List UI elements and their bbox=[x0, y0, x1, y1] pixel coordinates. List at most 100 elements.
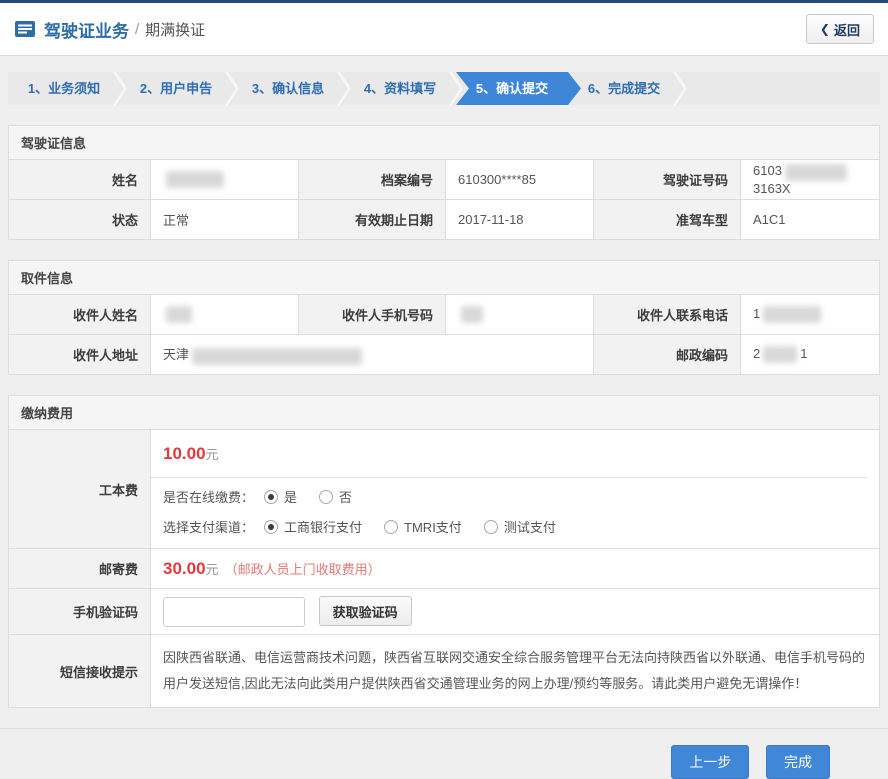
page-title: 驾驶证业务 bbox=[44, 17, 129, 42]
sms-code-cell: 获取验证码 bbox=[151, 589, 880, 635]
table-row: 状态 正常 有效期止日期 2017-11-18 准驾车型 A1C1 bbox=[9, 200, 880, 240]
file-number-value: 610300****85 bbox=[446, 160, 594, 200]
table-row: 收件人地址 天津 邮政编码 21 bbox=[9, 335, 880, 375]
name-label: 姓名 bbox=[9, 160, 151, 200]
step-5-confirm-submit: 5、确认提交 bbox=[456, 72, 581, 105]
step-2-user-declaration: 2、用户申告 bbox=[120, 72, 232, 105]
fee-label: 工本费 bbox=[9, 430, 151, 549]
payment-table: 工本费 10.00元 是否在线缴费： 是 否 选择支付渠道： 工商银行支付 TM… bbox=[8, 429, 880, 708]
radio-yes[interactable] bbox=[264, 490, 278, 504]
license-info-table: 姓名 档案编号 610300****85 驾驶证号码 6103 3163X 状态 … bbox=[8, 159, 880, 240]
step-wizard: 1、业务须知 2、用户申告 3、确认信息 4、资料填写 5、确认提交 6、完成提… bbox=[8, 72, 880, 105]
recipient-address-label: 收件人地址 bbox=[9, 335, 151, 375]
option-label: 工商银行支付 bbox=[284, 517, 362, 536]
online-pay-question: 是否在线缴费： 是 否 bbox=[151, 478, 879, 508]
postcode-suffix: 1 bbox=[800, 346, 807, 361]
license-section-title: 驾驶证信息 bbox=[8, 125, 880, 159]
payment-section-title: 缴纳费用 bbox=[8, 395, 880, 429]
sms-notice-text: 因陕西省联通、电信运营商技术问题，陕西省互联网交通安全综合服务管理平台无法向持陕… bbox=[151, 635, 880, 708]
postcode-value: 21 bbox=[741, 335, 880, 375]
address-prefix: 天津 bbox=[163, 347, 189, 362]
fee-cell: 10.00元 是否在线缴费： 是 否 选择支付渠道： 工商银行支付 TMRI支付… bbox=[151, 430, 880, 549]
license-number-value: 6103 3163X bbox=[741, 160, 880, 200]
recipient-phone-prefix: 1 bbox=[753, 306, 760, 321]
table-row: 邮寄费 30.00元 （邮政人员上门收取费用） bbox=[9, 549, 880, 589]
table-row: 手机验证码 获取验证码 bbox=[9, 589, 880, 635]
option-label: 否 bbox=[339, 487, 352, 506]
radio-tmri[interactable] bbox=[384, 520, 398, 534]
redacted-recipient-mobile bbox=[461, 306, 483, 323]
table-row: 工本费 10.00元 是否在线缴费： 是 否 选择支付渠道： 工商银行支付 TM… bbox=[9, 430, 880, 549]
breadcrumb-separator: / bbox=[135, 21, 139, 38]
table-row: 收件人姓名 收件人手机号码 收件人联系电话 1 bbox=[9, 295, 880, 335]
redacted-postcode bbox=[763, 346, 797, 363]
postage-note: （邮政人员上门收取费用） bbox=[225, 562, 381, 577]
recipient-phone-value: 1 bbox=[741, 295, 880, 335]
online-pay-option-no[interactable]: 否 bbox=[319, 487, 352, 506]
postage-label: 邮寄费 bbox=[9, 549, 151, 589]
pay-channel-question: 选择支付渠道： 工商银行支付 TMRI支付 测试支付 bbox=[151, 508, 879, 548]
table-row: 姓名 档案编号 610300****85 驾驶证号码 6103 3163X bbox=[9, 160, 880, 200]
pickup-info-table: 收件人姓名 收件人手机号码 收件人联系电话 1 收件人地址 天津 邮政编码 21 bbox=[8, 294, 880, 375]
radio-no[interactable] bbox=[319, 490, 333, 504]
postage-value: 30.00元 （邮政人员上门收取费用） bbox=[151, 549, 880, 589]
valid-until-label: 有效期止日期 bbox=[299, 200, 446, 240]
sms-code-label: 手机验证码 bbox=[9, 589, 151, 635]
channel-option-tmri[interactable]: TMRI支付 bbox=[384, 517, 462, 536]
finish-button[interactable]: 完成 bbox=[766, 745, 830, 779]
fee-amount: 10.00 bbox=[163, 444, 206, 463]
step-3-confirm-info: 3、确认信息 bbox=[232, 72, 344, 105]
radio-icbc[interactable] bbox=[264, 520, 278, 534]
footer-actions: 上一步 完成 bbox=[0, 728, 888, 779]
recipient-mobile-label: 收件人手机号码 bbox=[299, 295, 446, 335]
option-label: 测试支付 bbox=[504, 517, 556, 536]
license-number-suffix: 3163X bbox=[753, 181, 791, 196]
page-header: 驾驶证业务 / 期满换证 ❮ 返回 bbox=[0, 3, 888, 56]
pickup-section-title: 取件信息 bbox=[8, 260, 880, 294]
sms-notice-label: 短信接收提示 bbox=[9, 635, 151, 708]
file-number-label: 档案编号 bbox=[299, 160, 446, 200]
postage-unit: 元 bbox=[206, 562, 219, 577]
status-label: 状态 bbox=[9, 200, 151, 240]
step-1-business-notice: 1、业务须知 bbox=[8, 72, 120, 105]
back-button-label: 返回 bbox=[834, 20, 860, 39]
status-value: 正常 bbox=[151, 200, 299, 240]
redacted-recipient-phone bbox=[763, 306, 821, 323]
license-info-section: 驾驶证信息 姓名 档案编号 610300****85 驾驶证号码 6103 316… bbox=[8, 125, 880, 240]
postcode-label: 邮政编码 bbox=[594, 335, 741, 375]
channel-option-test[interactable]: 测试支付 bbox=[484, 517, 556, 536]
step-4-fill-data: 4、资料填写 bbox=[344, 72, 456, 105]
recipient-name-label: 收件人姓名 bbox=[9, 295, 151, 335]
pay-channel-label: 选择支付渠道： bbox=[163, 517, 254, 536]
recipient-mobile-value bbox=[446, 295, 594, 335]
get-sms-code-button[interactable]: 获取验证码 bbox=[319, 596, 412, 626]
recipient-name-value bbox=[151, 295, 299, 335]
recipient-phone-label: 收件人联系电话 bbox=[594, 295, 741, 335]
redacted-license-middle bbox=[785, 164, 847, 181]
postage-amount: 30.00 bbox=[163, 559, 206, 578]
fee-unit: 元 bbox=[206, 447, 219, 462]
chevron-left-icon: ❮ bbox=[820, 22, 830, 36]
vehicle-class-value: A1C1 bbox=[741, 200, 880, 240]
license-number-label: 驾驶证号码 bbox=[594, 160, 741, 200]
back-button[interactable]: ❮ 返回 bbox=[806, 14, 874, 44]
channel-option-icbc[interactable]: 工商银行支付 bbox=[264, 517, 362, 536]
license-business-icon bbox=[14, 20, 36, 38]
name-value bbox=[151, 160, 299, 200]
recipient-address-value: 天津 bbox=[151, 335, 594, 375]
sms-code-input[interactable] bbox=[163, 597, 305, 627]
redacted-address bbox=[192, 348, 362, 365]
online-pay-option-yes[interactable]: 是 bbox=[264, 487, 297, 506]
option-label: 是 bbox=[284, 487, 297, 506]
breadcrumb-current: 期满换证 bbox=[145, 19, 205, 40]
license-number-prefix: 6103 bbox=[753, 163, 782, 178]
redacted-name bbox=[166, 171, 224, 188]
previous-step-button[interactable]: 上一步 bbox=[671, 745, 749, 779]
fee-amount-line: 10.00元 bbox=[151, 430, 879, 477]
postcode-prefix: 2 bbox=[753, 346, 760, 361]
table-row: 短信接收提示 因陕西省联通、电信运营商技术问题，陕西省互联网交通安全综合服务管理… bbox=[9, 635, 880, 708]
step-bar-filler bbox=[680, 72, 880, 105]
radio-test[interactable] bbox=[484, 520, 498, 534]
valid-until-value: 2017-11-18 bbox=[446, 200, 594, 240]
step-6-complete-submit: 6、完成提交 bbox=[568, 72, 680, 105]
